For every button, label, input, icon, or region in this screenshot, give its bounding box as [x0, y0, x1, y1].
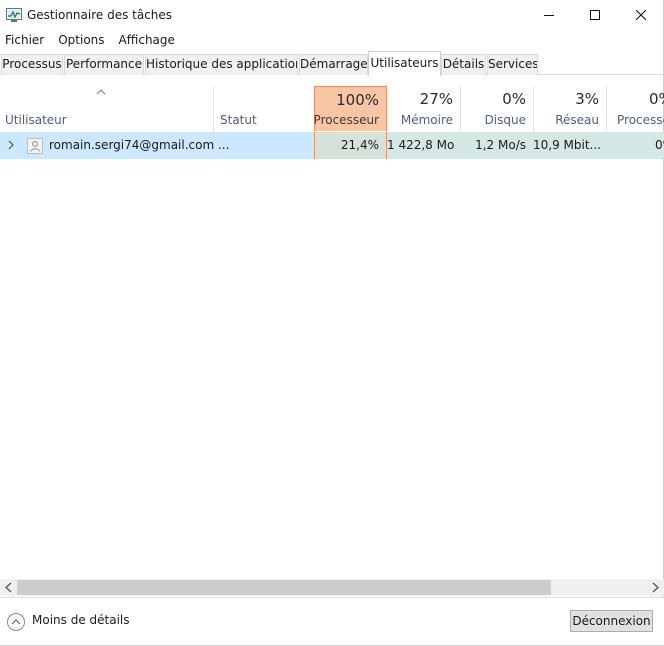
tab-services[interactable]: Services	[487, 54, 538, 75]
column-disk-label: Disque	[484, 113, 526, 127]
fewer-details-link[interactable]: Moins de détails	[32, 613, 130, 627]
memory-cell: 1 422,8 Mo	[387, 132, 460, 159]
maximize-button[interactable]	[572, 0, 618, 30]
column-cpu-label: Processeur	[313, 113, 379, 127]
scroll-left-icon[interactable]	[4, 582, 14, 593]
tab-details[interactable]: Détails	[441, 54, 486, 75]
status-cell	[214, 132, 314, 159]
column-disk[interactable]: 0% Disque	[460, 86, 533, 131]
sort-ascending-icon	[96, 89, 106, 95]
table-row[interactable]: romain.sergi74@gmail.com ... 21,4% 1 422…	[0, 132, 664, 159]
close-button[interactable]	[618, 0, 664, 30]
window-title: Gestionnaire des tâches	[27, 8, 173, 22]
tab-utilisateurs[interactable]: Utilisateurs	[368, 51, 441, 76]
column-gpu[interactable]: 0% Processeur graphique	[606, 86, 664, 131]
menu-options[interactable]: Options	[50, 31, 110, 49]
disconnect-button[interactable]: Déconnexion	[570, 610, 653, 632]
maximize-icon	[590, 10, 600, 20]
menu-bar: Fichier Options Affichage	[0, 31, 181, 49]
chevron-up-circle-icon[interactable]	[6, 612, 26, 632]
network-total-pct: 3%	[575, 90, 599, 108]
tab-bar: Processus Performance Historique des app…	[0, 51, 664, 76]
disk-cell: 1,2 Mo/s	[460, 132, 533, 159]
tab-performance[interactable]: Performance	[64, 54, 144, 75]
cpu-cell: 21,4%	[314, 132, 387, 159]
network-cell: 10,9 Mbit...	[533, 132, 606, 159]
column-memory-label: Mémoire	[400, 113, 453, 127]
gpu-total-pct: 0%	[649, 90, 664, 108]
column-network-label: Réseau	[555, 113, 599, 127]
scrollbar-thumb[interactable]	[17, 580, 551, 595]
footer: Moins de détails Déconnexion	[0, 597, 664, 645]
column-memory[interactable]: 27% Mémoire	[387, 86, 460, 131]
tab-historique[interactable]: Historique des applications	[145, 54, 298, 75]
column-cpu[interactable]: 100% Processeur	[314, 86, 387, 131]
memory-total-pct: 27%	[419, 90, 453, 108]
column-status[interactable]: Statut	[214, 86, 314, 131]
user-name: romain.sergi74@gmail.com ...	[49, 138, 230, 152]
title-bar: Gestionnaire des tâches	[0, 0, 664, 30]
close-icon	[636, 10, 646, 20]
menu-fichier[interactable]: Fichier	[0, 31, 50, 49]
task-manager-window: Gestionnaire des tâches Fichier Options …	[0, 0, 664, 646]
horizontal-scrollbar[interactable]	[0, 579, 664, 596]
tab-demarrage[interactable]: Démarrage	[299, 54, 368, 75]
column-network[interactable]: 3% Réseau	[533, 86, 606, 131]
cpu-total-pct: 100%	[336, 91, 379, 109]
column-user-label: Utilisateur	[5, 113, 67, 127]
minimize-icon	[544, 15, 554, 16]
minimize-button[interactable]	[526, 0, 572, 30]
user-avatar-icon	[27, 138, 43, 154]
gpu-cell: 0%	[606, 132, 664, 159]
column-user[interactable]: Utilisateur	[0, 86, 213, 131]
scroll-right-icon[interactable]	[650, 582, 660, 593]
column-header: Utilisateur Statut 100% Processeur 27% M…	[0, 86, 664, 131]
task-manager-icon	[6, 8, 22, 22]
menu-affichage[interactable]: Affichage	[111, 31, 181, 49]
tab-processus[interactable]: Processus	[1, 54, 63, 75]
column-gpu-label: Processeur graphique	[617, 113, 664, 127]
disk-total-pct: 0%	[502, 90, 526, 108]
chevron-right-icon[interactable]	[7, 140, 15, 150]
column-status-label: Statut	[220, 113, 257, 127]
